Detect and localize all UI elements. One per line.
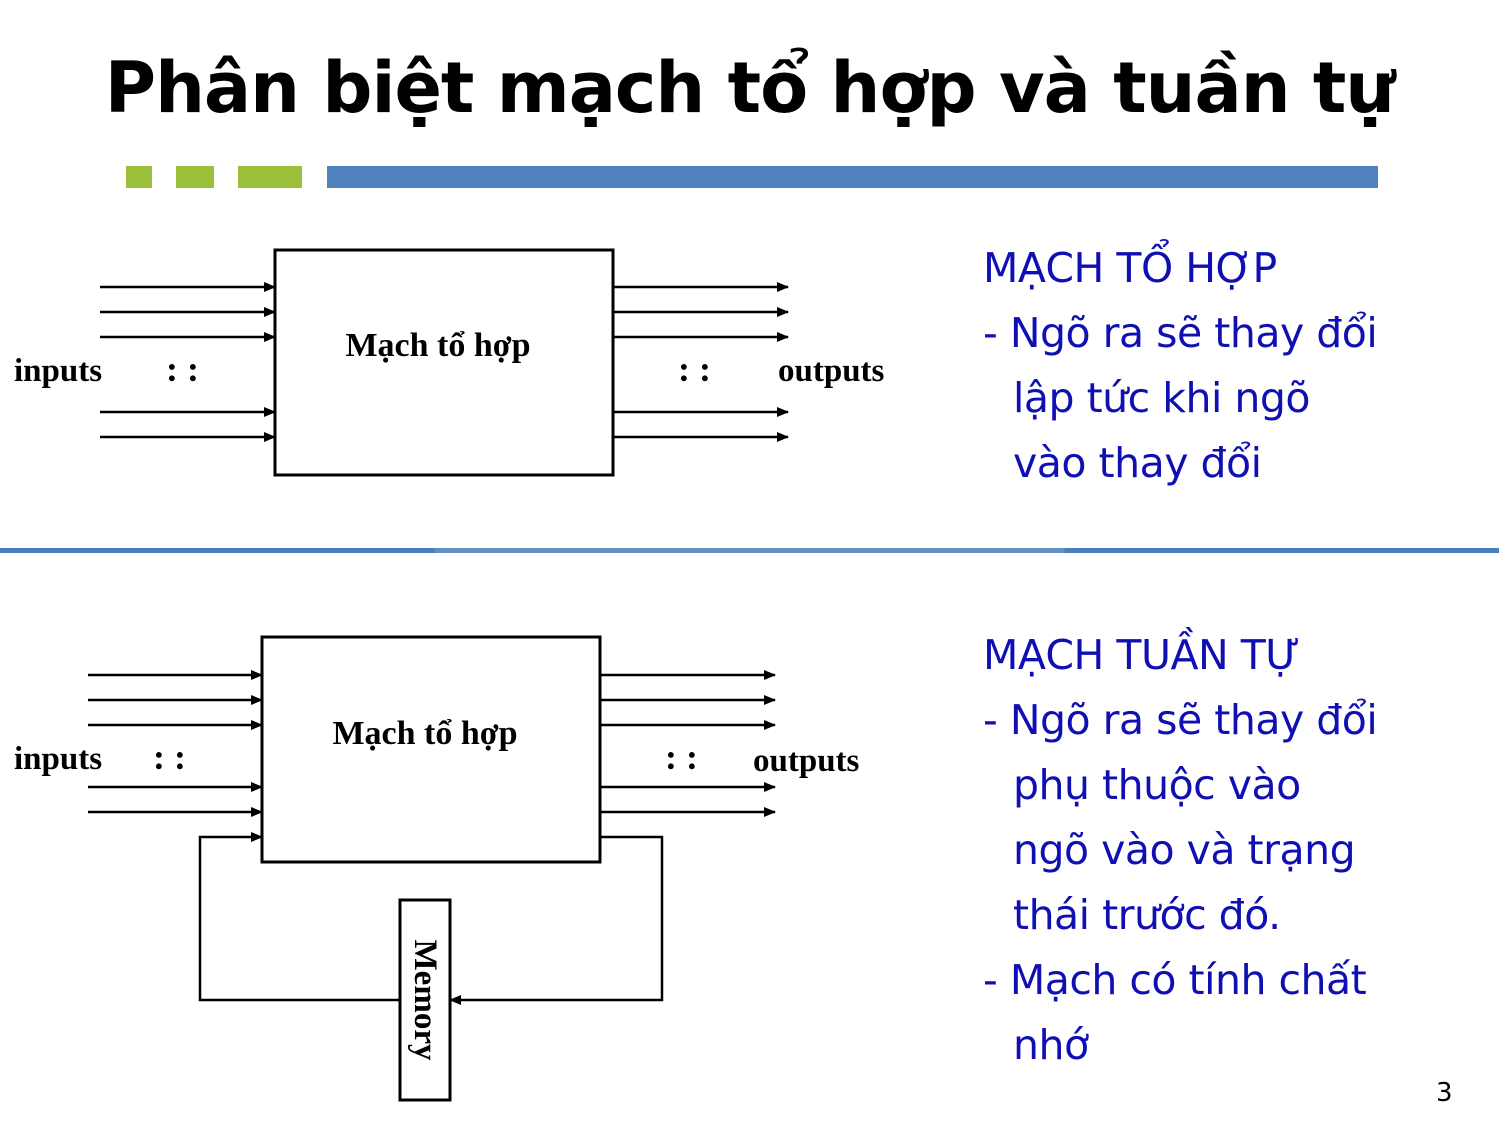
notes-line: nhớ — [1013, 1021, 1089, 1069]
combinational-block-label: Mạch tổ hợp — [345, 327, 530, 364]
notes-line: phụ thuộc vào — [1013, 761, 1301, 809]
notes-line: - Ngõ ra sẽ thay đổi — [983, 309, 1378, 357]
inputs-ellipsis: : : — [153, 737, 186, 777]
notes-heading: MẠCH TUẦN TỰ — [983, 631, 1300, 679]
inputs-label: inputs — [14, 741, 102, 777]
notes-line: - Ngõ ra sẽ thay đổi — [983, 696, 1378, 744]
notes-line: thái trước đó. — [1013, 891, 1281, 939]
sequential-diagram: Mạch tổ hợp Memory inputs : : : : output… — [14, 635, 860, 1102]
inputs-label: inputs — [14, 353, 102, 389]
outputs-ellipsis: : : — [678, 349, 711, 389]
inputs-ellipsis: : : — [166, 349, 199, 389]
outputs-label: outputs — [753, 743, 860, 779]
notes-line: lập tức khi ngõ — [1013, 374, 1310, 422]
sequential-block-label: Mạch tổ hợp — [332, 715, 517, 752]
notes-line: - Mạch có tính chất — [983, 956, 1367, 1004]
notes-line: ngõ vào và trạng — [1013, 826, 1356, 874]
notes-sequential: MẠCH TUẦN TỰ - Ngõ ra sẽ thay đổi phụ th… — [983, 623, 1463, 1078]
combinational-diagram: Mạch tổ hợp inputs : : : : outputs — [14, 248, 885, 477]
page-number: 3 — [1436, 1078, 1453, 1108]
notes-line: vào thay đổi — [1013, 439, 1262, 487]
memory-label: Memory — [407, 940, 443, 1061]
notes-heading: MẠCH TỔ HỢP — [983, 244, 1277, 292]
outputs-ellipsis: : : — [665, 737, 698, 777]
notes-combinational: MẠCH TỔ HỢP - Ngõ ra sẽ thay đổi lập tức… — [983, 236, 1463, 496]
outputs-label: outputs — [778, 353, 885, 389]
